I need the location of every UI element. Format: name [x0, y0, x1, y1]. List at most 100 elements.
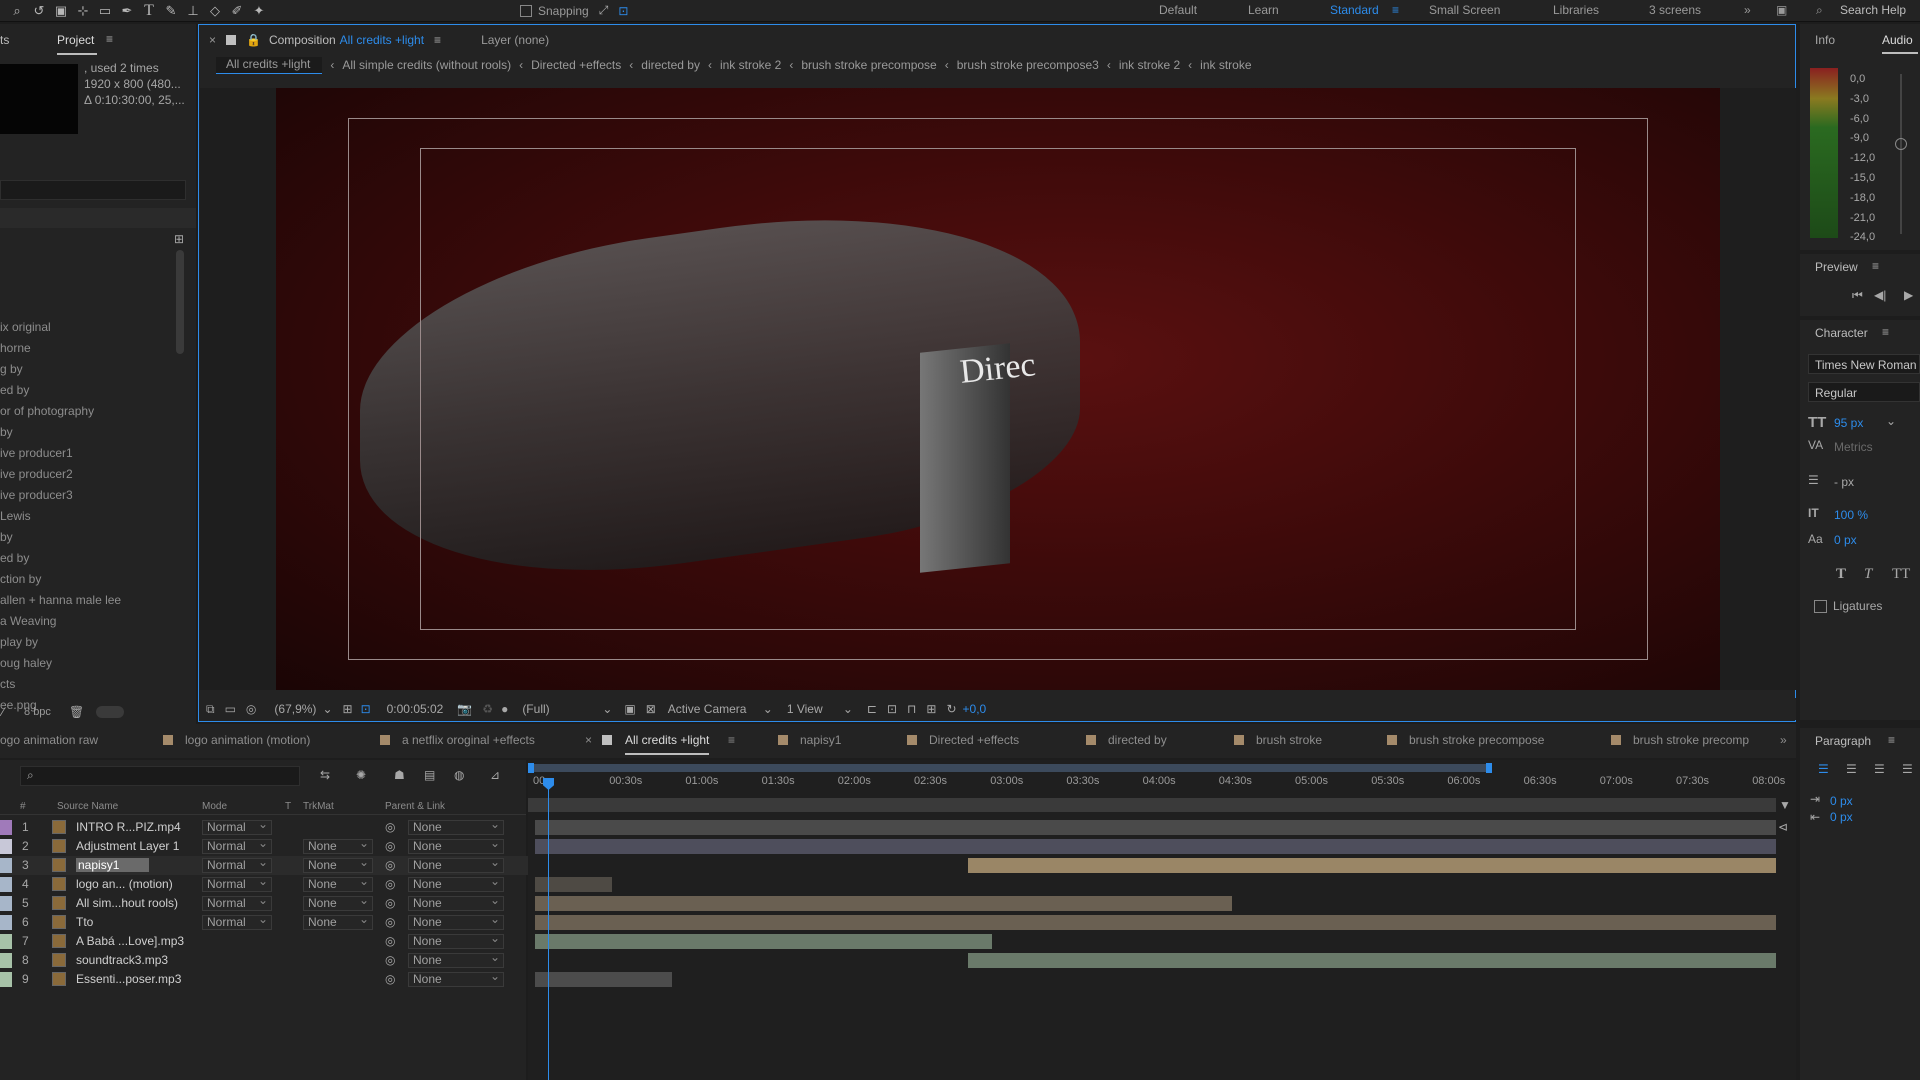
parent-dropdown[interactable]: None [408, 932, 504, 949]
play-icon[interactable]: ▶ [1904, 288, 1913, 302]
grid-icon[interactable]: ⊞ [343, 702, 353, 716]
list-item[interactable]: ix original [0, 317, 170, 338]
snapshot-icon[interactable]: 📷 [457, 702, 472, 716]
list-item[interactable]: ed by [0, 380, 170, 401]
layer-name[interactable]: Essenti...poser.mp3 [76, 972, 181, 986]
timeline-tab[interactable]: brush stroke [1256, 733, 1322, 747]
pickwhip-icon[interactable]: ◎ [385, 896, 395, 910]
snapping-checkbox[interactable] [520, 4, 532, 17]
layer-bar[interactable] [535, 820, 1776, 835]
chevron-down-icon[interactable]: ⌄ [763, 702, 773, 716]
align-center-icon[interactable]: ☰ [1846, 762, 1857, 776]
list-item[interactable]: g by [0, 359, 170, 380]
breadcrumb-item[interactable]: brush stroke precompose3 [957, 58, 1099, 72]
workspace-small-screen[interactable]: Small Screen [1429, 3, 1500, 17]
fast-preview-icon[interactable]: ⊡ [887, 702, 897, 716]
trkmat-dropdown[interactable]: None [303, 875, 373, 892]
toggle-pixel-icon[interactable]: ⊏ [867, 702, 877, 716]
parent-dropdown[interactable]: None [408, 856, 504, 873]
pickwhip-icon[interactable]: ◎ [385, 915, 395, 929]
baseline-shift-value[interactable]: 0 px [1834, 533, 1857, 547]
exposure-value[interactable]: +0,0 [963, 702, 987, 716]
workspace-learn[interactable]: Learn [1248, 3, 1279, 17]
breadcrumb-item[interactable]: Directed +effects [531, 58, 621, 72]
comp-marker-icon[interactable]: ▼ [1779, 798, 1791, 812]
layer-label-color[interactable] [0, 896, 12, 911]
list-item[interactable]: play by [0, 632, 170, 653]
comp-tab-name[interactable]: All credits +light [340, 33, 424, 47]
first-frame-icon[interactable]: ⏮ [1852, 288, 1863, 303]
bpc-indicator[interactable]: 8 bpc [24, 706, 51, 718]
mask-icon[interactable]: ◎ [246, 702, 256, 716]
layer-name[interactable]: INTRO R...PIZ.mp4 [76, 820, 181, 834]
font-family-dropdown[interactable]: Times New Roman [1808, 354, 1920, 374]
parent-dropdown[interactable]: None [408, 894, 504, 911]
mode-dropdown[interactable]: Normal [202, 913, 272, 930]
layer-bar[interactable] [535, 839, 1776, 854]
paragraph-menu-icon[interactable]: ≡ [1888, 733, 1895, 747]
eraser-tool-icon[interactable]: ◇ [204, 0, 226, 22]
mask-toggle-icon[interactable]: ⊡ [361, 702, 371, 716]
comp-tab-prefix[interactable]: Composition [269, 33, 336, 47]
kerning-value[interactable]: Metrics [1834, 440, 1873, 454]
search-tool-icon[interactable]: ⌕ [6, 0, 28, 22]
timeline-tab[interactable]: napisy1 [800, 733, 841, 747]
indent-left-value[interactable]: 0 px [1830, 794, 1853, 808]
scrollbar[interactable] [176, 250, 184, 354]
close-tab-icon[interactable]: × [209, 33, 216, 47]
chevron-down-icon[interactable]: ⌄ [602, 702, 612, 716]
workspace-standard[interactable]: Standard [1330, 3, 1379, 17]
shy-icon[interactable]: ☗ [394, 768, 405, 782]
audio-volume-slider[interactable] [1900, 74, 1902, 234]
camera-tool-icon[interactable]: ▣ [50, 0, 72, 22]
list-item[interactable]: or of photography [0, 401, 170, 422]
timeline-icon[interactable]: ⊓ [907, 702, 916, 716]
reset-exposure-icon[interactable]: ↻ [946, 702, 956, 716]
graph-editor-icon[interactable]: ⊿ [490, 768, 500, 782]
faux-italic-icon[interactable]: T [1864, 566, 1872, 583]
trkmat-dropdown[interactable]: None [303, 856, 373, 873]
character-menu-icon[interactable]: ≡ [1882, 325, 1889, 339]
type-tool-icon[interactable]: T [138, 0, 160, 22]
pickwhip-icon[interactable]: ◎ [385, 858, 395, 872]
header-mode[interactable]: Mode [202, 801, 227, 812]
leading-value[interactable]: - px [1834, 475, 1854, 489]
current-time-indicator[interactable] [548, 778, 549, 1080]
zoom-dropdown[interactable]: (67,9%) [274, 702, 316, 716]
clone-stamp-tool-icon[interactable]: ⊥ [182, 0, 204, 22]
timeline-tab-menu-icon[interactable]: ≡ [728, 733, 735, 747]
layer-bar[interactable] [968, 953, 1776, 968]
preview-menu-icon[interactable]: ≡ [1872, 259, 1879, 273]
layer-label-color[interactable] [0, 858, 12, 873]
pickwhip-icon[interactable]: ◎ [385, 953, 395, 967]
align-right-icon[interactable]: ☰ [1874, 762, 1885, 776]
comp-mini-flowchart-icon[interactable]: ⇆ [320, 768, 330, 782]
list-item[interactable]: oug haley [0, 653, 170, 674]
list-item[interactable]: allen + hanna male lee [0, 590, 170, 611]
header-parent[interactable]: Parent & Link [385, 801, 445, 812]
project-tab-left[interactable]: ts [0, 33, 9, 47]
mode-dropdown[interactable]: Normal [202, 837, 272, 854]
camera-dropdown[interactable]: Active Camera [668, 702, 763, 716]
search-help[interactable]: Search Help [1840, 3, 1906, 17]
layer-bar[interactable] [968, 858, 1776, 873]
chevron-down-icon[interactable]: ⌄ [322, 702, 332, 716]
transparency-grid-icon[interactable]: ⊠ [646, 702, 656, 716]
mode-dropdown[interactable]: Normal [202, 818, 272, 835]
brush-tool-icon[interactable]: ✎ [160, 0, 182, 22]
parent-dropdown[interactable]: None [408, 913, 504, 930]
timeline-tab[interactable]: a netflix oroginal +effects [402, 733, 535, 747]
font-size-value[interactable]: 95 px [1834, 416, 1863, 430]
mode-dropdown[interactable]: Normal [202, 856, 272, 873]
zoom-slider[interactable] [96, 706, 125, 718]
list-item[interactable]: ive producer1 [0, 443, 170, 464]
frame-blending-icon[interactable]: ▤ [424, 768, 435, 782]
mode-dropdown[interactable]: Normal [202, 875, 272, 892]
motion-blur-icon[interactable]: ◍ [454, 768, 464, 782]
workspace-default[interactable]: Default [1159, 3, 1197, 17]
breadcrumb-item[interactable]: directed by [641, 58, 700, 72]
color-channel-icon[interactable]: ● [501, 702, 508, 716]
timeline-tab[interactable]: ogo animation raw [0, 733, 98, 747]
layer-name[interactable]: soundtrack3.mp3 [76, 953, 168, 967]
parent-dropdown[interactable]: None [408, 875, 504, 892]
